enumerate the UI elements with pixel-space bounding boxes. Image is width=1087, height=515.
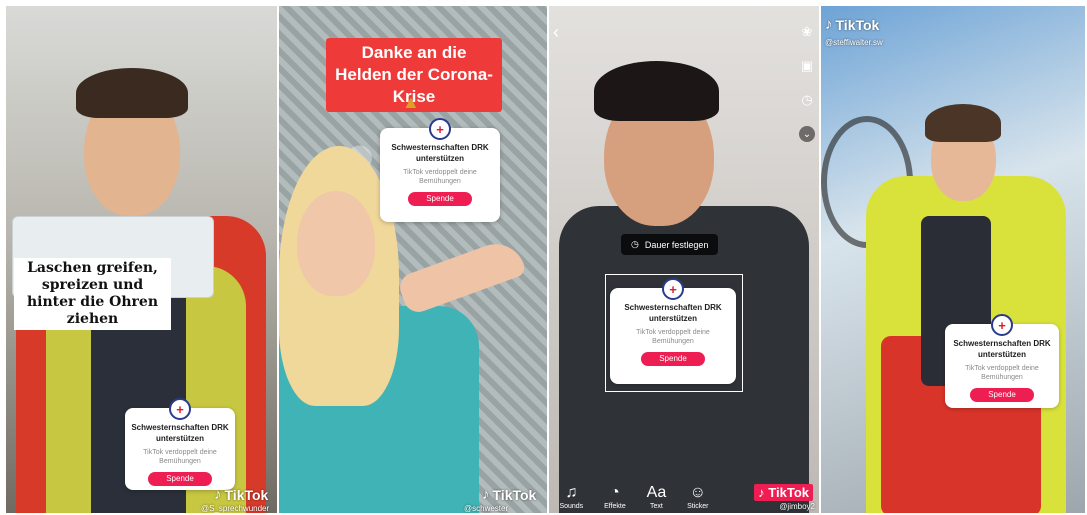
video-panel-4[interactable]: ♪ TikTok @steffiwalter.sw + Schwesternsch… <box>821 6 1085 513</box>
person-face <box>297 191 375 296</box>
video-panel-3[interactable]: ‹ ❀ ▣ ◷ ⌄ ◷ Dauer festlegen + Schwestern… <box>549 6 819 513</box>
music-note-icon: ♫ <box>565 484 578 501</box>
donation-sticker[interactable]: + Schwesternschaften DRK unterstützen Ti… <box>125 398 235 490</box>
creator-handle[interactable]: @steffiwalter.sw <box>825 38 883 47</box>
crop-icon[interactable]: ▣ <box>801 58 813 74</box>
filter-icon[interactable]: ❀ <box>802 24 813 40</box>
donation-subtitle: TikTok verdoppelt deine Bemühungen <box>965 365 1039 381</box>
expand-chevron-icon[interactable]: ⌄ <box>799 126 815 142</box>
donation-title: Schwesternschaften DRK unterstützen <box>131 423 229 443</box>
creator-handle[interactable]: @schwester <box>464 504 508 513</box>
donation-subtitle: TikTok verdoppelt deine Bemühungen <box>403 169 477 185</box>
donate-button[interactable]: Spende <box>970 388 1034 402</box>
drk-logo-icon: + <box>662 278 684 300</box>
person-hair <box>594 61 719 121</box>
donation-subtitle: TikTok verdoppelt deine Bemühungen <box>636 329 710 345</box>
timer-icon[interactable]: ◷ <box>801 92 812 108</box>
donation-sticker[interactable]: + Schwesternschaften DRK unterstützen Ti… <box>610 278 736 384</box>
tool-sounds[interactable]: ♫ Sounds <box>559 484 583 511</box>
back-chevron-icon[interactable]: ‹ <box>553 22 559 43</box>
video-caption: Laschen greifen, spreizen und hinter die… <box>14 258 171 330</box>
set-duration-button[interactable]: ◷ Dauer festlegen <box>621 234 719 255</box>
donation-sticker[interactable]: + Schwesternschaften DRK unterstützen Ti… <box>945 314 1059 408</box>
tiktok-logo-icon: ♪ <box>482 486 490 503</box>
sticker-icon: ☺ <box>689 484 706 501</box>
video-panel-1[interactable]: Laschen greifen, spreizen und hinter die… <box>6 6 277 513</box>
donate-button[interactable]: Spende <box>408 192 472 206</box>
person-hair <box>925 104 1001 142</box>
donation-subtitle: TikTok verdoppelt deine Bemühungen <box>143 449 217 465</box>
creator-handle[interactable]: @jimboy2 <box>779 502 815 511</box>
donation-title: Schwesternschaften DRK unterstützen <box>391 143 489 163</box>
drk-logo-icon: + <box>429 118 451 140</box>
donate-button[interactable]: Spende <box>148 472 212 486</box>
tool-effects[interactable]: ◔ Effekte <box>604 484 626 511</box>
editor-toolbar: ♫ Sounds ◔ Effekte Aa Text ☺ Sticker <box>549 472 719 513</box>
text-icon: Aa <box>646 484 667 501</box>
tool-sticker[interactable]: ☺ Sticker <box>687 484 708 511</box>
creator-handle[interactable]: @S_sprechwunder <box>201 504 269 513</box>
clock-icon: ◷ <box>631 239 639 249</box>
tiktok-watermark: ♪ TikTok <box>825 16 880 33</box>
tiktok-watermark: ♪ TikTok <box>754 484 813 501</box>
candle-icon: ▲ <box>402 92 420 112</box>
tiktok-logo-icon: ♪ <box>214 486 222 503</box>
donation-title: Schwesternschaften DRK unterstützen <box>953 339 1051 359</box>
video-panel-2[interactable]: Danke an die Helden der Corona-Krise ▲ +… <box>279 6 547 513</box>
tiktok-watermark: ♪ TikTok <box>214 486 269 503</box>
tool-text[interactable]: Aa Text <box>646 484 667 511</box>
donation-title: Schwesternschaften DRK unterstützen <box>624 303 722 323</box>
drk-logo-icon: + <box>991 314 1013 336</box>
side-toolbar: ❀ ▣ ◷ ⌄ <box>799 24 815 142</box>
tiktok-logo-icon: ♪ <box>825 16 833 33</box>
set-duration-label: Dauer festlegen <box>644 239 709 250</box>
effects-icon: ◔ <box>610 484 620 501</box>
drk-logo-icon: + <box>169 398 191 420</box>
person-hand <box>395 235 528 317</box>
person-hair <box>76 68 188 118</box>
tiktok-logo-icon: ♪ <box>758 485 765 500</box>
donation-sticker[interactable]: + Schwesternschaften DRK unterstützen Ti… <box>380 118 500 222</box>
donate-button[interactable]: Spende <box>641 352 705 366</box>
tiktok-watermark: ♪ TikTok <box>482 486 537 503</box>
